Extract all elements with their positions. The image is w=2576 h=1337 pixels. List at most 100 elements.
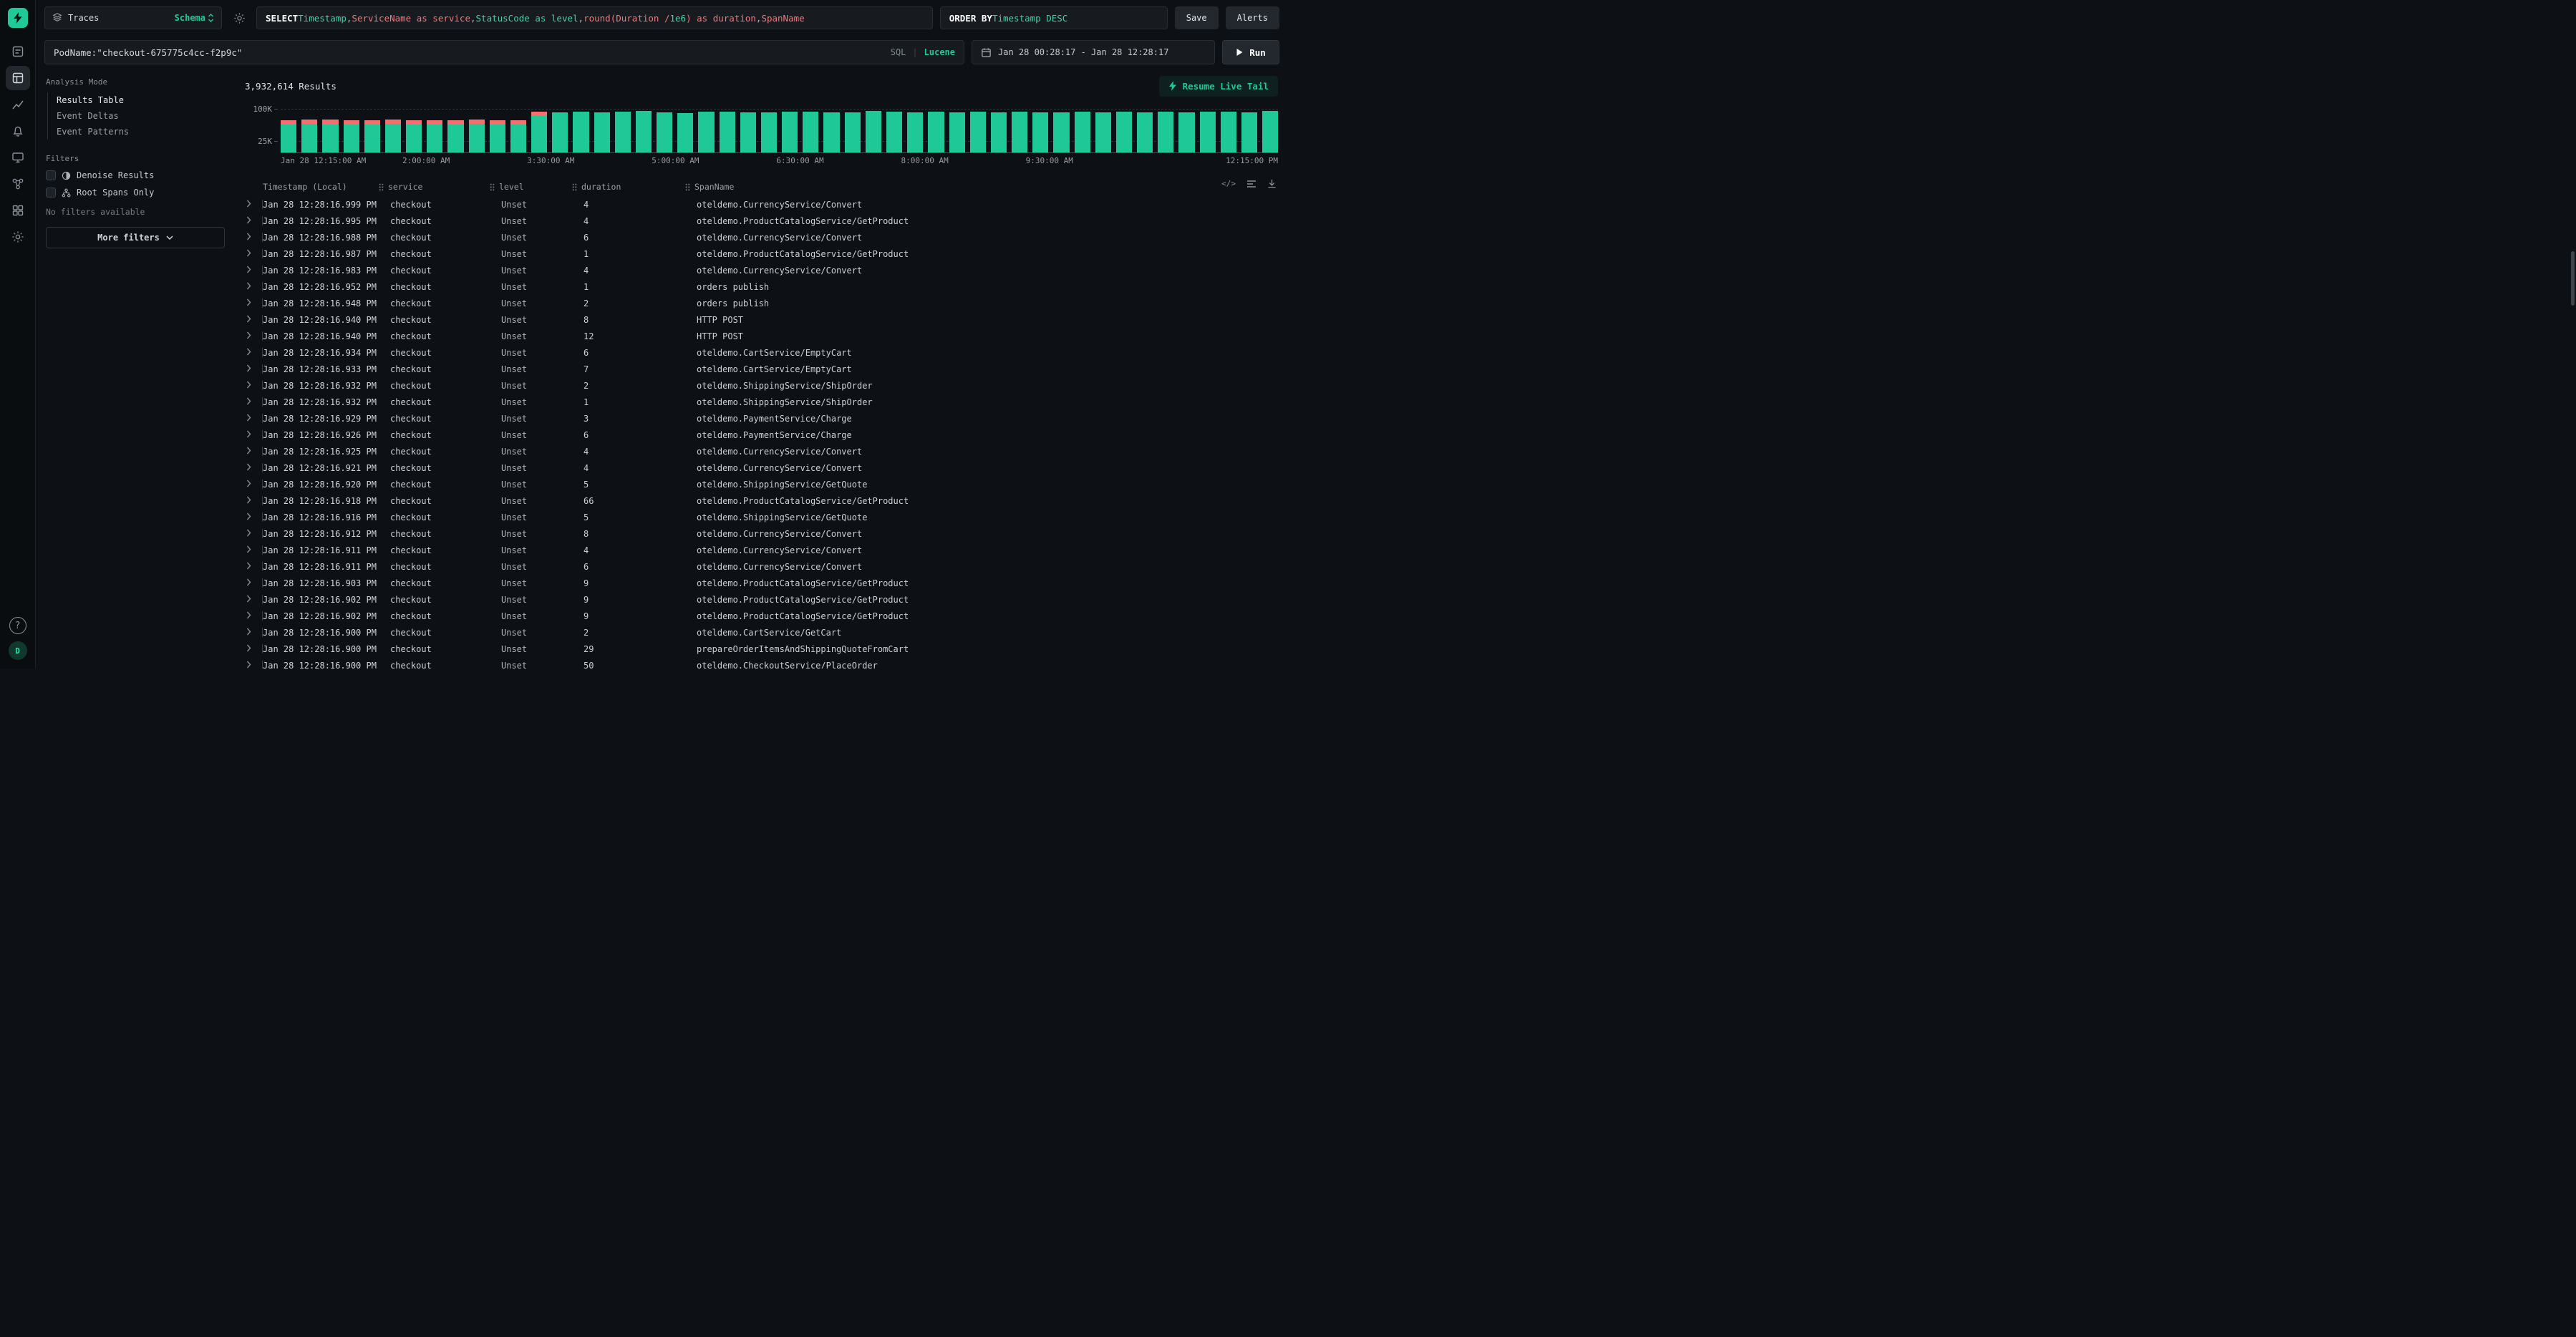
row-expand-cell[interactable] xyxy=(245,558,263,575)
chevron-right-icon[interactable] xyxy=(246,216,251,226)
table-row[interactable]: Jan 28 12:28:16.999 PMcheckoutUnset4otel… xyxy=(245,196,1278,213)
table-row[interactable]: Jan 28 12:28:16.900 PMcheckoutUnset29pre… xyxy=(245,641,1278,657)
chevron-right-icon[interactable] xyxy=(246,397,251,407)
chart-bar[interactable] xyxy=(427,120,442,152)
row-expand-cell[interactable] xyxy=(245,624,263,641)
chevron-right-icon[interactable] xyxy=(246,545,251,555)
search-input[interactable]: PodName:"checkout-675775c4cc-f2p9c" SQL … xyxy=(44,40,964,64)
chart-bar[interactable] xyxy=(886,112,902,152)
column-header-duration[interactable]: duration xyxy=(572,182,685,192)
chevron-right-icon[interactable] xyxy=(246,282,251,292)
chart-bar[interactable] xyxy=(782,112,798,152)
chart-bar[interactable] xyxy=(970,112,986,152)
chart-bar[interactable] xyxy=(866,111,881,152)
row-expand-cell[interactable] xyxy=(245,427,263,443)
table-row[interactable]: Jan 28 12:28:16.940 PMcheckoutUnset8HTTP… xyxy=(245,311,1278,328)
chevron-right-icon[interactable] xyxy=(246,348,251,358)
row-expand-cell[interactable] xyxy=(245,608,263,624)
row-expand-cell[interactable] xyxy=(245,657,263,668)
chart-bar[interactable] xyxy=(1116,112,1132,152)
chart-bar[interactable] xyxy=(281,120,296,152)
row-expand-cell[interactable] xyxy=(245,509,263,525)
row-expand-cell[interactable] xyxy=(245,278,263,295)
table-row[interactable]: Jan 28 12:28:16.925 PMcheckoutUnset4otel… xyxy=(245,443,1278,460)
chart-bar[interactable] xyxy=(803,112,818,152)
row-expand-cell[interactable] xyxy=(245,245,263,262)
column-header-timestamp-local-[interactable]: Timestamp (Local) xyxy=(263,182,379,192)
chart-bar[interactable] xyxy=(510,120,526,152)
table-row[interactable]: Jan 28 12:28:16.900 PMcheckoutUnset50ote… xyxy=(245,657,1278,668)
analysis-mode-results-table[interactable]: Results Table xyxy=(48,92,225,108)
row-expand-cell[interactable] xyxy=(245,525,263,542)
logs-icon[interactable] xyxy=(6,39,30,64)
chevron-right-icon[interactable] xyxy=(246,298,251,308)
lucene-mode-button[interactable]: Lucene xyxy=(924,47,955,57)
chart-explorer-icon[interactable] xyxy=(6,92,30,117)
resume-live-tail-button[interactable]: Resume Live Tail xyxy=(1159,76,1278,97)
chart-bar[interactable] xyxy=(364,120,380,152)
table-row[interactable]: Jan 28 12:28:16.934 PMcheckoutUnset6otel… xyxy=(245,344,1278,361)
date-range-picker[interactable]: Jan 28 00:28:17 - Jan 28 12:28:17 xyxy=(972,40,1215,64)
table-row[interactable]: Jan 28 12:28:16.952 PMcheckoutUnset1orde… xyxy=(245,278,1278,295)
chart-bar[interactable] xyxy=(636,111,652,152)
alerts-bell-icon[interactable] xyxy=(6,119,30,143)
checkbox[interactable] xyxy=(46,170,56,180)
table-row[interactable]: Jan 28 12:28:16.911 PMcheckoutUnset6otel… xyxy=(245,558,1278,575)
table-row[interactable]: Jan 28 12:28:16.920 PMcheckoutUnset5otel… xyxy=(245,476,1278,492)
chart-bar[interactable] xyxy=(1241,112,1257,152)
column-header-service[interactable]: service xyxy=(379,182,490,192)
drag-grip-icon[interactable] xyxy=(572,183,577,191)
dashboards-grid-icon[interactable] xyxy=(6,198,30,223)
chevron-right-icon[interactable] xyxy=(246,562,251,572)
service-map-icon[interactable] xyxy=(6,172,30,196)
chart-bar[interactable] xyxy=(928,112,944,152)
chart-bar[interactable] xyxy=(1200,112,1216,152)
chevron-right-icon[interactable] xyxy=(246,611,251,621)
chart-bar[interactable] xyxy=(991,112,1007,152)
order-by-input[interactable]: ORDER BY Timestamp DESC xyxy=(940,6,1168,29)
row-expand-cell[interactable] xyxy=(245,641,263,657)
sql-select-input[interactable]: SELECT Timestamp, ServiceName as service… xyxy=(256,6,933,29)
chevron-right-icon[interactable] xyxy=(246,480,251,490)
chart-bar[interactable] xyxy=(949,112,965,152)
table-row[interactable]: Jan 28 12:28:16.903 PMcheckoutUnset9otel… xyxy=(245,575,1278,591)
chart-bar[interactable] xyxy=(573,112,589,152)
row-expand-cell[interactable] xyxy=(245,591,263,608)
source-selector[interactable]: Traces Schema xyxy=(44,6,222,29)
analysis-mode-event-patterns[interactable]: Event Patterns xyxy=(48,124,225,140)
chevron-right-icon[interactable] xyxy=(246,266,251,276)
chart-bar[interactable] xyxy=(1137,112,1153,152)
chart-bar[interactable] xyxy=(469,120,485,152)
chart-bar[interactable] xyxy=(1075,112,1090,152)
app-logo[interactable] xyxy=(8,8,28,28)
analysis-mode-event-deltas[interactable]: Event Deltas xyxy=(48,108,225,124)
checkbox[interactable] xyxy=(46,188,56,198)
table-row[interactable]: Jan 28 12:28:16.995 PMcheckoutUnset4otel… xyxy=(245,213,1278,229)
column-header-spanname[interactable]: SpanName xyxy=(685,182,1278,192)
chevron-right-icon[interactable] xyxy=(246,628,251,638)
drag-grip-icon[interactable] xyxy=(490,183,495,191)
chart-bar[interactable] xyxy=(301,120,317,152)
row-density-icon[interactable] xyxy=(1246,180,1256,188)
drag-grip-icon[interactable] xyxy=(379,183,384,191)
table-row[interactable]: Jan 28 12:28:16.983 PMcheckoutUnset4otel… xyxy=(245,262,1278,278)
chevron-right-icon[interactable] xyxy=(246,496,251,506)
sessions-monitor-icon[interactable] xyxy=(6,145,30,170)
user-avatar[interactable]: D xyxy=(9,641,27,660)
chart-bar[interactable] xyxy=(823,112,839,152)
schema-toggle[interactable]: Schema xyxy=(175,13,214,23)
table-row[interactable]: Jan 28 12:28:16.918 PMcheckoutUnset66ote… xyxy=(245,492,1278,509)
chevron-right-icon[interactable] xyxy=(246,430,251,440)
table-row[interactable]: Jan 28 12:28:16.940 PMcheckoutUnset12HTT… xyxy=(245,328,1278,344)
row-expand-cell[interactable] xyxy=(245,196,263,213)
query-settings-gear-icon[interactable] xyxy=(229,8,249,28)
chart-bar[interactable] xyxy=(845,112,861,152)
settings-gear-icon[interactable] xyxy=(6,225,30,249)
download-icon[interactable] xyxy=(1267,179,1277,188)
chevron-right-icon[interactable] xyxy=(246,529,251,539)
chevron-right-icon[interactable] xyxy=(246,381,251,391)
chart-bar[interactable] xyxy=(1032,112,1048,152)
row-expand-cell[interactable] xyxy=(245,410,263,427)
chart-bar[interactable] xyxy=(322,120,338,152)
table-row[interactable]: Jan 28 12:28:16.926 PMcheckoutUnset6otel… xyxy=(245,427,1278,443)
